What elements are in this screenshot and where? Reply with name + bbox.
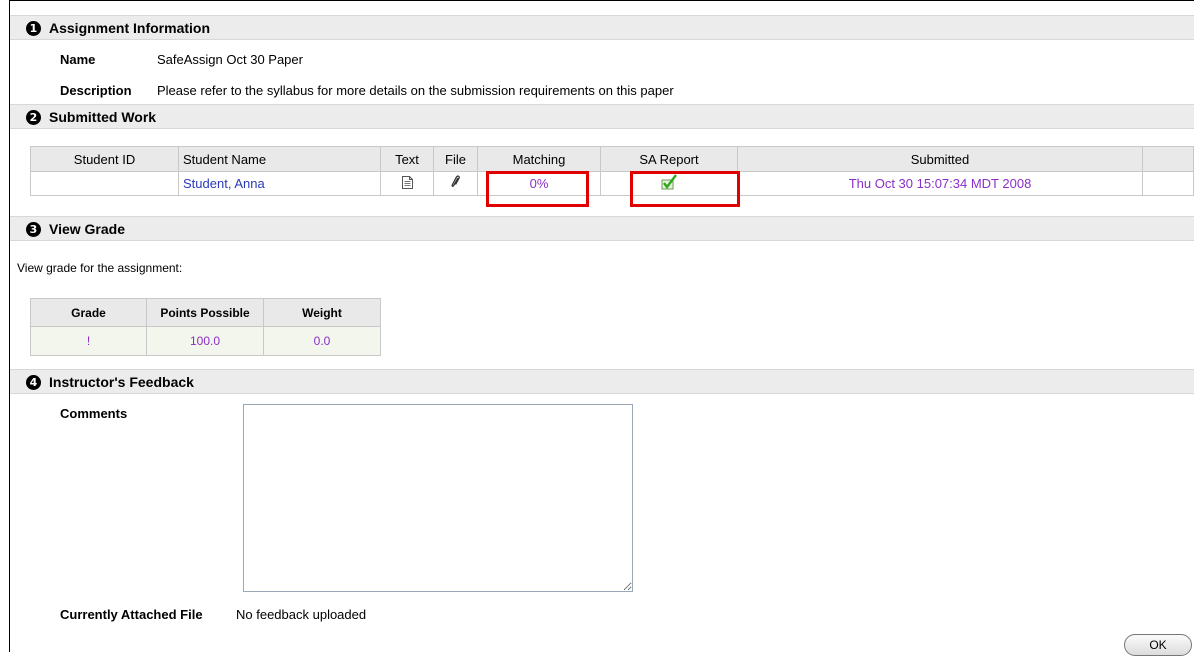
sa-report-highlight-box xyxy=(630,171,740,207)
comments-textarea[interactable] xyxy=(243,404,633,592)
name-label: Name xyxy=(60,52,96,67)
column-header-matching: Matching xyxy=(477,146,601,172)
section-title: View Grade xyxy=(49,221,126,237)
table-header-row: Student ID Student Name Text File Matchi… xyxy=(30,146,1194,172)
step-number-4: 4 xyxy=(26,375,41,390)
grade-row: ! 100.0 0.0 xyxy=(30,326,381,356)
cell-file xyxy=(433,171,478,196)
column-header-extra xyxy=(1142,146,1194,172)
weight-value: 0.0 xyxy=(263,326,381,356)
student-name-link[interactable]: Student, Anna xyxy=(183,176,265,191)
submitted-date-link[interactable]: Thu Oct 30 15:07:34 MDT 2008 xyxy=(849,176,1032,191)
section-header-assignment-information: 1 Assignment Information xyxy=(10,15,1194,40)
column-header-points-possible: Points Possible xyxy=(146,298,264,327)
column-header-file: File xyxy=(433,146,478,172)
document-icon[interactable] xyxy=(401,175,413,192)
assignment-name: SafeAssign Oct 30 Paper xyxy=(157,52,303,67)
currently-attached-file-label: Currently Attached File xyxy=(60,607,203,622)
section-header-instructors-feedback: 4 Instructor's Feedback xyxy=(10,369,1194,394)
column-header-student-name: Student Name xyxy=(178,146,381,172)
cell-student-name: Student, Anna xyxy=(178,171,381,196)
column-header-sa-report: SA Report xyxy=(600,146,738,172)
attached-file-value: No feedback uploaded xyxy=(236,607,367,622)
column-header-grade: Grade xyxy=(30,298,147,327)
step-number-3: 3 xyxy=(26,222,41,237)
cell-submitted: Thu Oct 30 15:07:34 MDT 2008 xyxy=(737,171,1143,196)
step-number-1: 1 xyxy=(26,21,41,36)
section-header-submitted-work: 2 Submitted Work xyxy=(10,104,1194,129)
column-header-student-id: Student ID xyxy=(30,146,179,172)
submitted-work-table: Student ID Student Name Text File Matchi… xyxy=(30,146,1194,196)
cell-text xyxy=(380,171,434,196)
points-possible-value: 100.0 xyxy=(146,326,264,356)
description-label: Description xyxy=(60,83,132,98)
cell-extra xyxy=(1142,171,1194,196)
step-number-2: 2 xyxy=(26,110,41,125)
table-row: Student, Anna 0% Thu Oct 30 15:07:34 MDT… xyxy=(30,171,1194,196)
section-title: Instructor's Feedback xyxy=(49,374,194,390)
section-header-view-grade: 3 View Grade xyxy=(10,216,1194,241)
paperclip-icon[interactable] xyxy=(451,175,461,192)
column-header-weight: Weight xyxy=(263,298,381,327)
section-title: Submitted Work xyxy=(49,109,157,125)
ok-button[interactable]: OK xyxy=(1124,634,1192,656)
section-title: Assignment Information xyxy=(49,20,211,36)
assignment-description: Please refer to the syllabus for more de… xyxy=(157,83,674,98)
cell-student-id xyxy=(30,171,179,196)
view-grade-intro: View grade for the assignment: xyxy=(17,261,183,275)
grade-value: ! xyxy=(30,326,147,356)
column-header-submitted: Submitted xyxy=(737,146,1143,172)
grade-table: Grade Points Possible Weight ! 100.0 0.0 xyxy=(30,298,381,356)
matching-highlight-box xyxy=(486,171,589,207)
comments-label: Comments xyxy=(60,406,128,421)
column-header-text: Text xyxy=(380,146,434,172)
grade-header-row: Grade Points Possible Weight xyxy=(30,298,381,327)
